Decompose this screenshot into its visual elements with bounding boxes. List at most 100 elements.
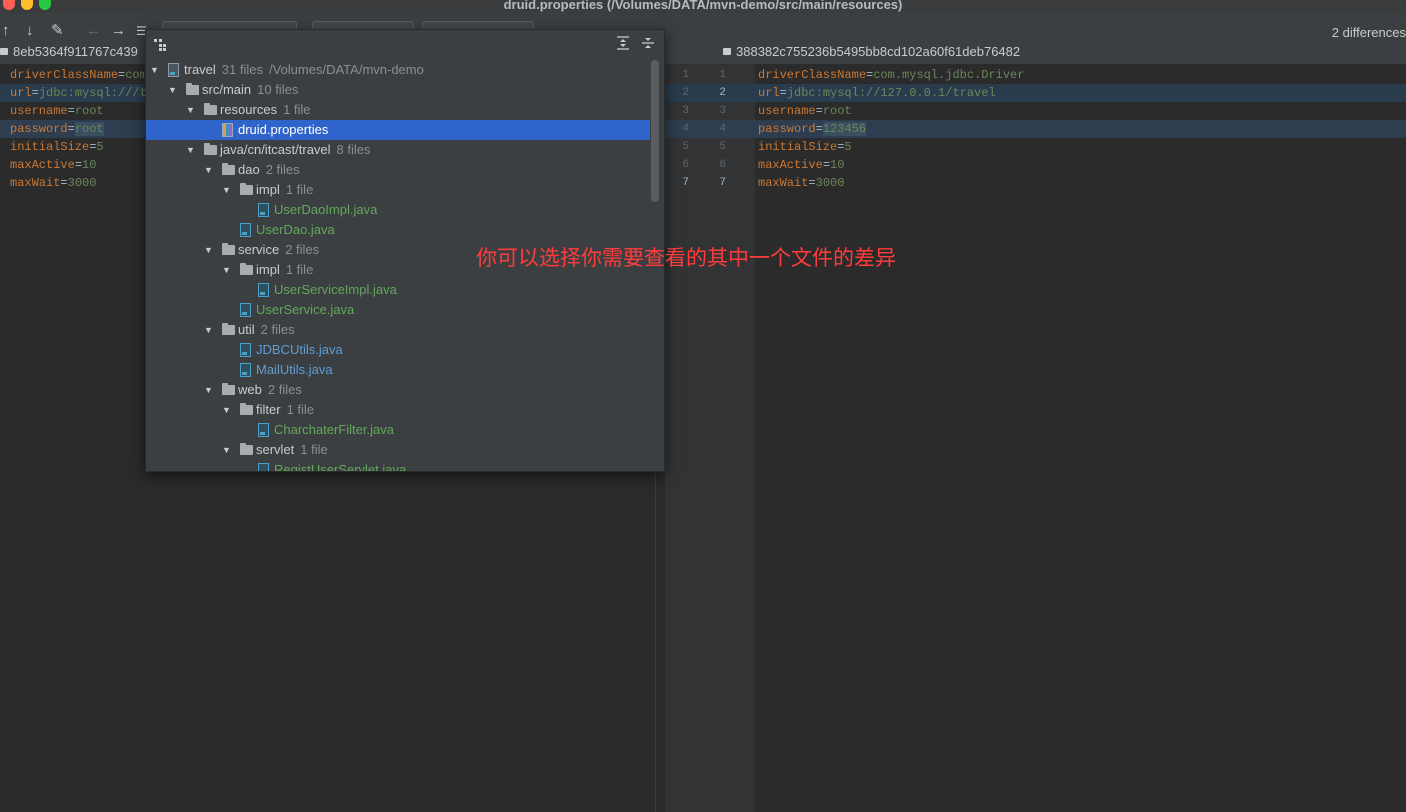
code-line: maxActive=10 [758, 158, 845, 172]
tree-node-file[interactable]: RegistUserServlet.java [146, 460, 650, 471]
group-by-icon[interactable] [154, 39, 166, 51]
file-count: 10 files [257, 82, 299, 97]
tree-node-module[interactable]: ▼ travel 31 files/Volumes/DATA/mvn-demo [146, 60, 650, 80]
tree-node-file-selected[interactable]: druid.properties [146, 120, 650, 140]
right-line-number: 7 [719, 177, 726, 189]
left-revision-hash: 8eb5364f911767c439 [13, 44, 138, 59]
tree-node-folder[interactable]: ▼ src/main 10 files [146, 80, 650, 100]
tree-node-label: travel [184, 62, 216, 77]
tree-node-label: src/main [202, 82, 252, 97]
difference-count: 2 differences [1331, 25, 1406, 40]
folder-icon [240, 263, 253, 275]
lock-icon [723, 48, 731, 56]
tree-node-file[interactable]: UserDao.java [146, 220, 650, 240]
tree-node-folder[interactable]: ▼ impl 1 file [146, 180, 650, 200]
right-line-number: 4 [719, 123, 726, 135]
tree-node-label: JDBCUtils.java [256, 342, 343, 357]
tree-node-file[interactable]: UserDaoImpl.java [146, 200, 650, 220]
right-line-number: 5 [719, 141, 726, 153]
tree-node-label: MailUtils.java [256, 362, 333, 377]
previous-difference-icon[interactable]: ↑ [2, 23, 10, 39]
java-file-icon [240, 303, 251, 317]
edit-source-icon[interactable]: ✎ [51, 23, 64, 39]
compare-previous-file-icon[interactable]: ← [86, 23, 101, 39]
window-title: druid.properties (/Volumes/DATA/mvn-demo… [503, 0, 903, 12]
tree-node-label: java/cn/itcast/travel [220, 142, 331, 157]
tree-node-label: util [238, 322, 255, 337]
tree-node-label: web [238, 382, 262, 397]
tree-node-folder[interactable]: ▼ util 2 files [146, 320, 650, 340]
java-file-icon [258, 463, 269, 471]
module-icon [168, 63, 179, 77]
code-line-changed: password=123456 [755, 120, 1406, 138]
right-line-number: 2 [719, 87, 726, 99]
java-file-icon [258, 283, 269, 297]
expanded-arrow-icon[interactable]: ▼ [222, 440, 232, 460]
compare-next-file-icon[interactable]: → [111, 23, 126, 39]
folder-icon [222, 163, 235, 175]
file-count: 1 file [300, 442, 328, 457]
tree-node-file[interactable]: UserServiceImpl.java [146, 280, 650, 300]
folder-icon [222, 243, 235, 255]
folder-icon [240, 403, 253, 415]
tree-node-file[interactable]: CharchaterFilter.java [146, 420, 650, 440]
expand-all-icon[interactable] [616, 36, 630, 50]
java-file-icon [240, 223, 251, 237]
code-line-changed: url=jdbc:mysql://127.0.0.1/travel [755, 84, 1406, 102]
right-revision-hash: 388382c755236b5495bb8cd102a60f61deb76482 [736, 44, 1021, 59]
tree-node-label: UserService.java [256, 302, 355, 317]
tree-node-folder[interactable]: ▼ resources 1 file [146, 100, 650, 120]
lock-icon [0, 48, 8, 56]
tree-node-folder[interactable]: ▼ servlet 1 file [146, 440, 650, 460]
expanded-arrow-icon[interactable]: ▼ [204, 240, 214, 260]
java-file-icon [258, 203, 269, 217]
expanded-arrow-icon[interactable]: ▼ [168, 80, 178, 100]
properties-file-icon [222, 123, 233, 137]
java-file-icon [240, 343, 251, 357]
line-number-gutter: 1 2 3 4 5 6 7 1 2 3 4 5 6 7 [665, 64, 755, 812]
expanded-arrow-icon[interactable]: ▼ [222, 400, 232, 420]
right-revision-header: 388382c755236b5495bb8cd102a60f61deb76482 [665, 44, 1406, 64]
right-editor[interactable]: driverClassName=com.mysql.jdbc.Driver ur… [755, 64, 1406, 812]
next-difference-icon[interactable]: ↓ [26, 23, 34, 39]
expanded-arrow-icon[interactable]: ▼ [186, 140, 196, 160]
file-count: 2 files [267, 382, 302, 397]
tree-node-label: impl [256, 262, 280, 277]
folder-icon [240, 183, 253, 195]
expanded-arrow-icon[interactable]: ▼ [204, 380, 214, 400]
expanded-arrow-icon[interactable]: ▼ [204, 320, 214, 340]
tree-node-label: CharchaterFilter.java [274, 422, 394, 437]
tree-node-folder[interactable]: ▼ filter 1 file [146, 400, 650, 420]
expanded-arrow-icon[interactable]: ▼ [186, 100, 196, 120]
expanded-arrow-icon[interactable]: ▼ [222, 260, 232, 280]
left-line-number: 2 [682, 87, 689, 99]
file-count: 1 file [283, 102, 311, 117]
folder-icon [222, 323, 235, 335]
tree-node-folder[interactable]: ▼ dao 2 files [146, 160, 650, 180]
tree-node-folder[interactable]: ▼ java/cn/itcast/travel 8 files [146, 140, 650, 160]
tree-node-folder[interactable]: ▼ web 2 files [146, 380, 650, 400]
tree-node-label: UserDao.java [256, 222, 335, 237]
left-line-number: 5 [682, 141, 689, 153]
tree-node-file[interactable]: JDBCUtils.java [146, 340, 650, 360]
tree-node-label: service [238, 242, 280, 257]
collapse-all-icon[interactable] [641, 36, 655, 50]
code-line: driverClassName=com.mysql.jdbc.Driver [758, 68, 1025, 82]
right-line-number: 6 [719, 159, 726, 171]
annotation-text: 你可以选择你需要查看的其中一个文件的差异 [476, 246, 896, 270]
folder-icon [186, 83, 199, 95]
file-count: 8 files [336, 142, 371, 157]
code-line: maxWait=3000 [758, 176, 845, 190]
expanded-arrow-icon[interactable]: ▼ [150, 60, 160, 80]
folder-icon [204, 143, 217, 155]
file-count: 1 file [285, 182, 314, 197]
code-line: username=root [758, 104, 852, 118]
file-count: 1 file [285, 262, 314, 277]
right-line-number: 3 [719, 105, 726, 117]
tree-node-file[interactable]: UserService.java [146, 300, 650, 320]
expanded-arrow-icon[interactable]: ▼ [222, 180, 232, 200]
tree-node-file[interactable]: MailUtils.java [146, 360, 650, 380]
popup-scrollbar[interactable] [651, 60, 659, 202]
expanded-arrow-icon[interactable]: ▼ [204, 160, 214, 180]
file-count: 2 files [260, 322, 295, 337]
